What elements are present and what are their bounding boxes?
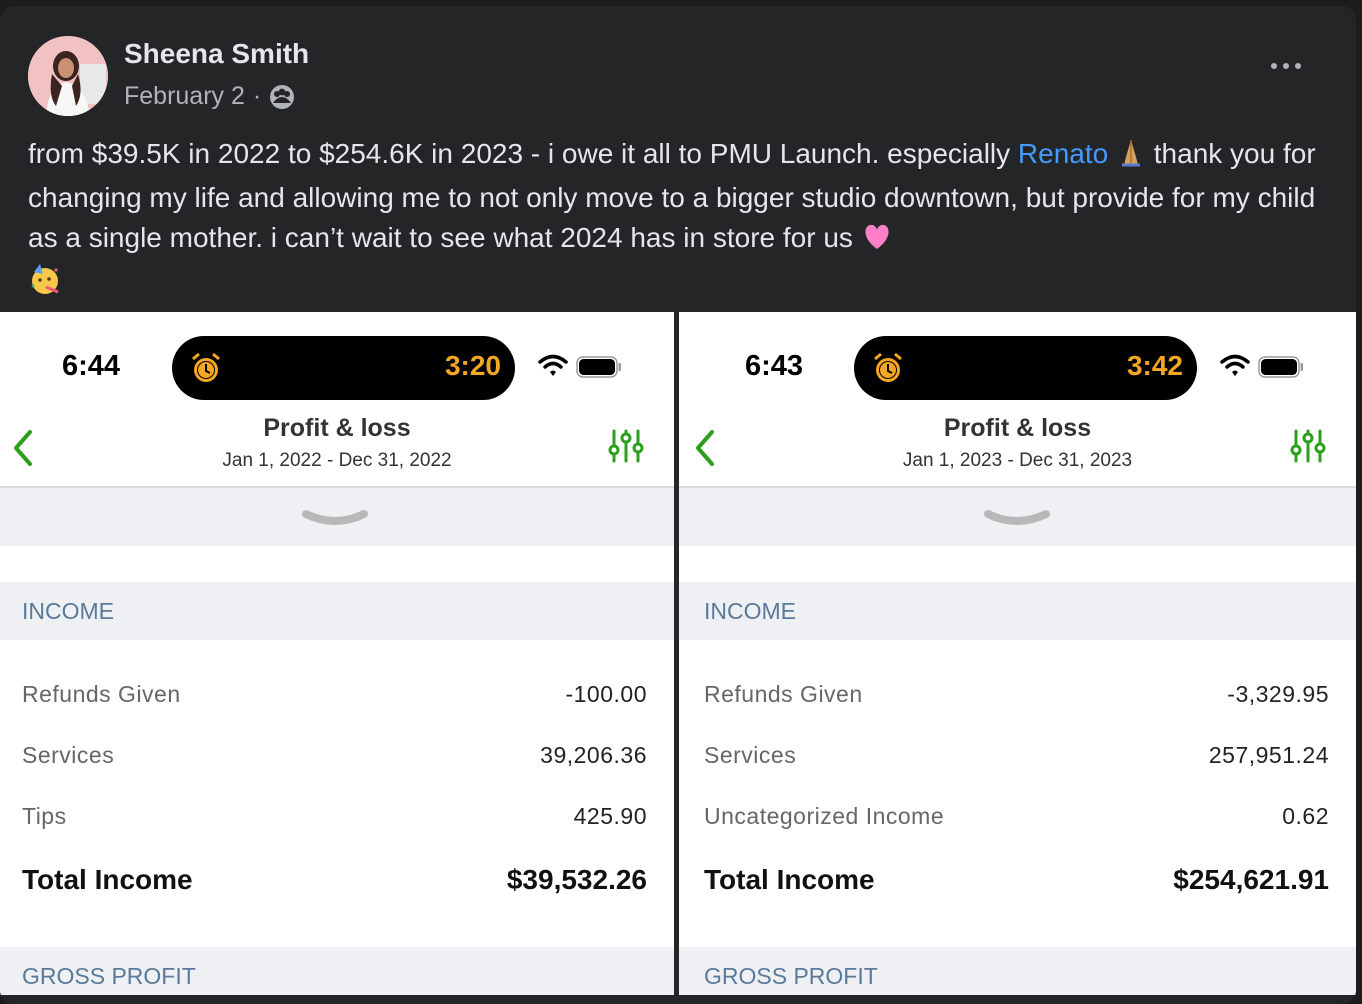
row-label: Refunds Given — [22, 681, 181, 707]
row-label: Uncategorized Income — [704, 803, 945, 829]
report-row[interactable]: Refunds Given -3,329.95 — [679, 669, 1356, 719]
income-section-header: INCOME — [679, 582, 1356, 640]
drawer-area — [0, 488, 674, 546]
row-label: Refunds Given — [704, 681, 863, 707]
page-title: Profit & loss — [943, 414, 1092, 442]
row-label: Tips — [22, 803, 67, 829]
meta-separator: · — [252, 82, 262, 110]
author-name[interactable]: Sheena Smith — [124, 38, 309, 70]
group-audience-icon — [269, 84, 295, 110]
wifi-icon — [1220, 354, 1250, 378]
drawer-handle-icon[interactable] — [984, 506, 1050, 528]
drawer-handle-icon[interactable] — [302, 506, 368, 528]
income-header-label: INCOME — [704, 598, 796, 624]
row-value: 425.90 — [573, 803, 647, 829]
row-label: Services — [22, 742, 115, 768]
row-value: -3,329.95 — [1227, 681, 1329, 707]
page-title: Profit & loss — [263, 414, 411, 442]
income-section-header: INCOME — [0, 582, 674, 640]
row-value: 39,206.36 — [540, 742, 647, 768]
more-options-button[interactable] — [1266, 54, 1306, 78]
screenshots-gallery[interactable]: 6:44 3:20 Profit & loss Jan 1, 2022 - De… — [0, 312, 1356, 1000]
partying-face-icon — [28, 262, 62, 307]
total-income-row[interactable]: Total Income $254,621.91 — [679, 852, 1356, 902]
status-time: 6:43 — [745, 350, 804, 382]
gross-profit-section-header: GROSS PROFIT — [0, 947, 674, 995]
report-row[interactable]: Tips 425.90 — [0, 791, 674, 841]
report-row[interactable]: Refunds Given -100.00 — [0, 669, 674, 719]
filter-sliders-icon[interactable] — [608, 428, 644, 464]
status-bar: 6:43 3:42 — [679, 312, 1356, 412]
total-income-row[interactable]: Total Income $39,532.26 — [0, 852, 674, 902]
timer-readout: 3:42 — [1126, 350, 1183, 381]
pink-heart-icon — [861, 221, 893, 262]
report-row[interactable]: Services 39,206.36 — [0, 730, 674, 780]
report-row[interactable]: Uncategorized Income 0.62 — [679, 791, 1356, 841]
wifi-icon — [538, 354, 568, 378]
gross-profit-section-header: GROSS PROFIT — [679, 947, 1356, 995]
total-value: $254,621.91 — [1173, 864, 1329, 895]
timer-readout: 3:20 — [444, 350, 501, 381]
status-time: 6:44 — [62, 350, 121, 382]
alarm-clock-icon — [190, 351, 222, 385]
gross-profit-label: GROSS PROFIT — [22, 963, 196, 989]
date-range: Jan 1, 2023 - Dec 31, 2023 — [902, 450, 1133, 471]
mention-link[interactable]: Renato — [1018, 138, 1108, 169]
report-row[interactable]: Services 257,951.24 — [679, 730, 1356, 780]
post-meta: February 2 · — [124, 82, 295, 111]
gross-profit-label: GROSS PROFIT — [704, 963, 878, 989]
alarm-clock-icon — [872, 351, 904, 385]
total-label: Total Income — [704, 864, 875, 895]
screenshot-2022[interactable]: 6:44 3:20 Profit & loss Jan 1, 2022 - De… — [0, 312, 674, 995]
income-header-label: INCOME — [22, 598, 114, 624]
facebook-post: Sheena Smith February 2 · from $39.5K in… — [0, 6, 1356, 1004]
nav-header: Profit & loss Jan 1, 2023 - Dec 31, 2023 — [679, 412, 1356, 488]
dynamic-island: 3:42 — [854, 336, 1197, 400]
post-text: from $39.5K in 2022 to $254.6K in 2023 -… — [28, 134, 1328, 307]
date-range: Jan 1, 2022 - Dec 31, 2022 — [222, 450, 452, 471]
post-text-part-1: from $39.5K in 2022 to $254.6K in 2023 -… — [28, 138, 1018, 169]
battery-icon — [576, 356, 622, 378]
battery-icon — [1258, 356, 1304, 378]
post-date[interactable]: February 2 — [124, 82, 245, 111]
row-value: 0.62 — [1282, 803, 1329, 829]
filter-sliders-icon[interactable] — [1290, 428, 1326, 464]
dynamic-island: 3:20 — [172, 336, 515, 400]
screenshot-2023[interactable]: 6:43 3:42 Profit & loss Jan 1, 2023 - De… — [679, 312, 1356, 995]
folded-hands-icon — [1116, 137, 1146, 178]
row-value: 257,951.24 — [1208, 742, 1329, 768]
total-label: Total Income — [22, 864, 193, 895]
nav-header: Profit & loss Jan 1, 2022 - Dec 31, 2022 — [0, 412, 674, 488]
drawer-area — [679, 488, 1356, 546]
author-avatar[interactable] — [28, 36, 108, 116]
row-value: -100.00 — [565, 681, 647, 707]
row-label: Services — [704, 742, 797, 768]
status-bar: 6:44 3:20 — [0, 312, 674, 412]
total-value: $39,532.26 — [506, 864, 647, 895]
